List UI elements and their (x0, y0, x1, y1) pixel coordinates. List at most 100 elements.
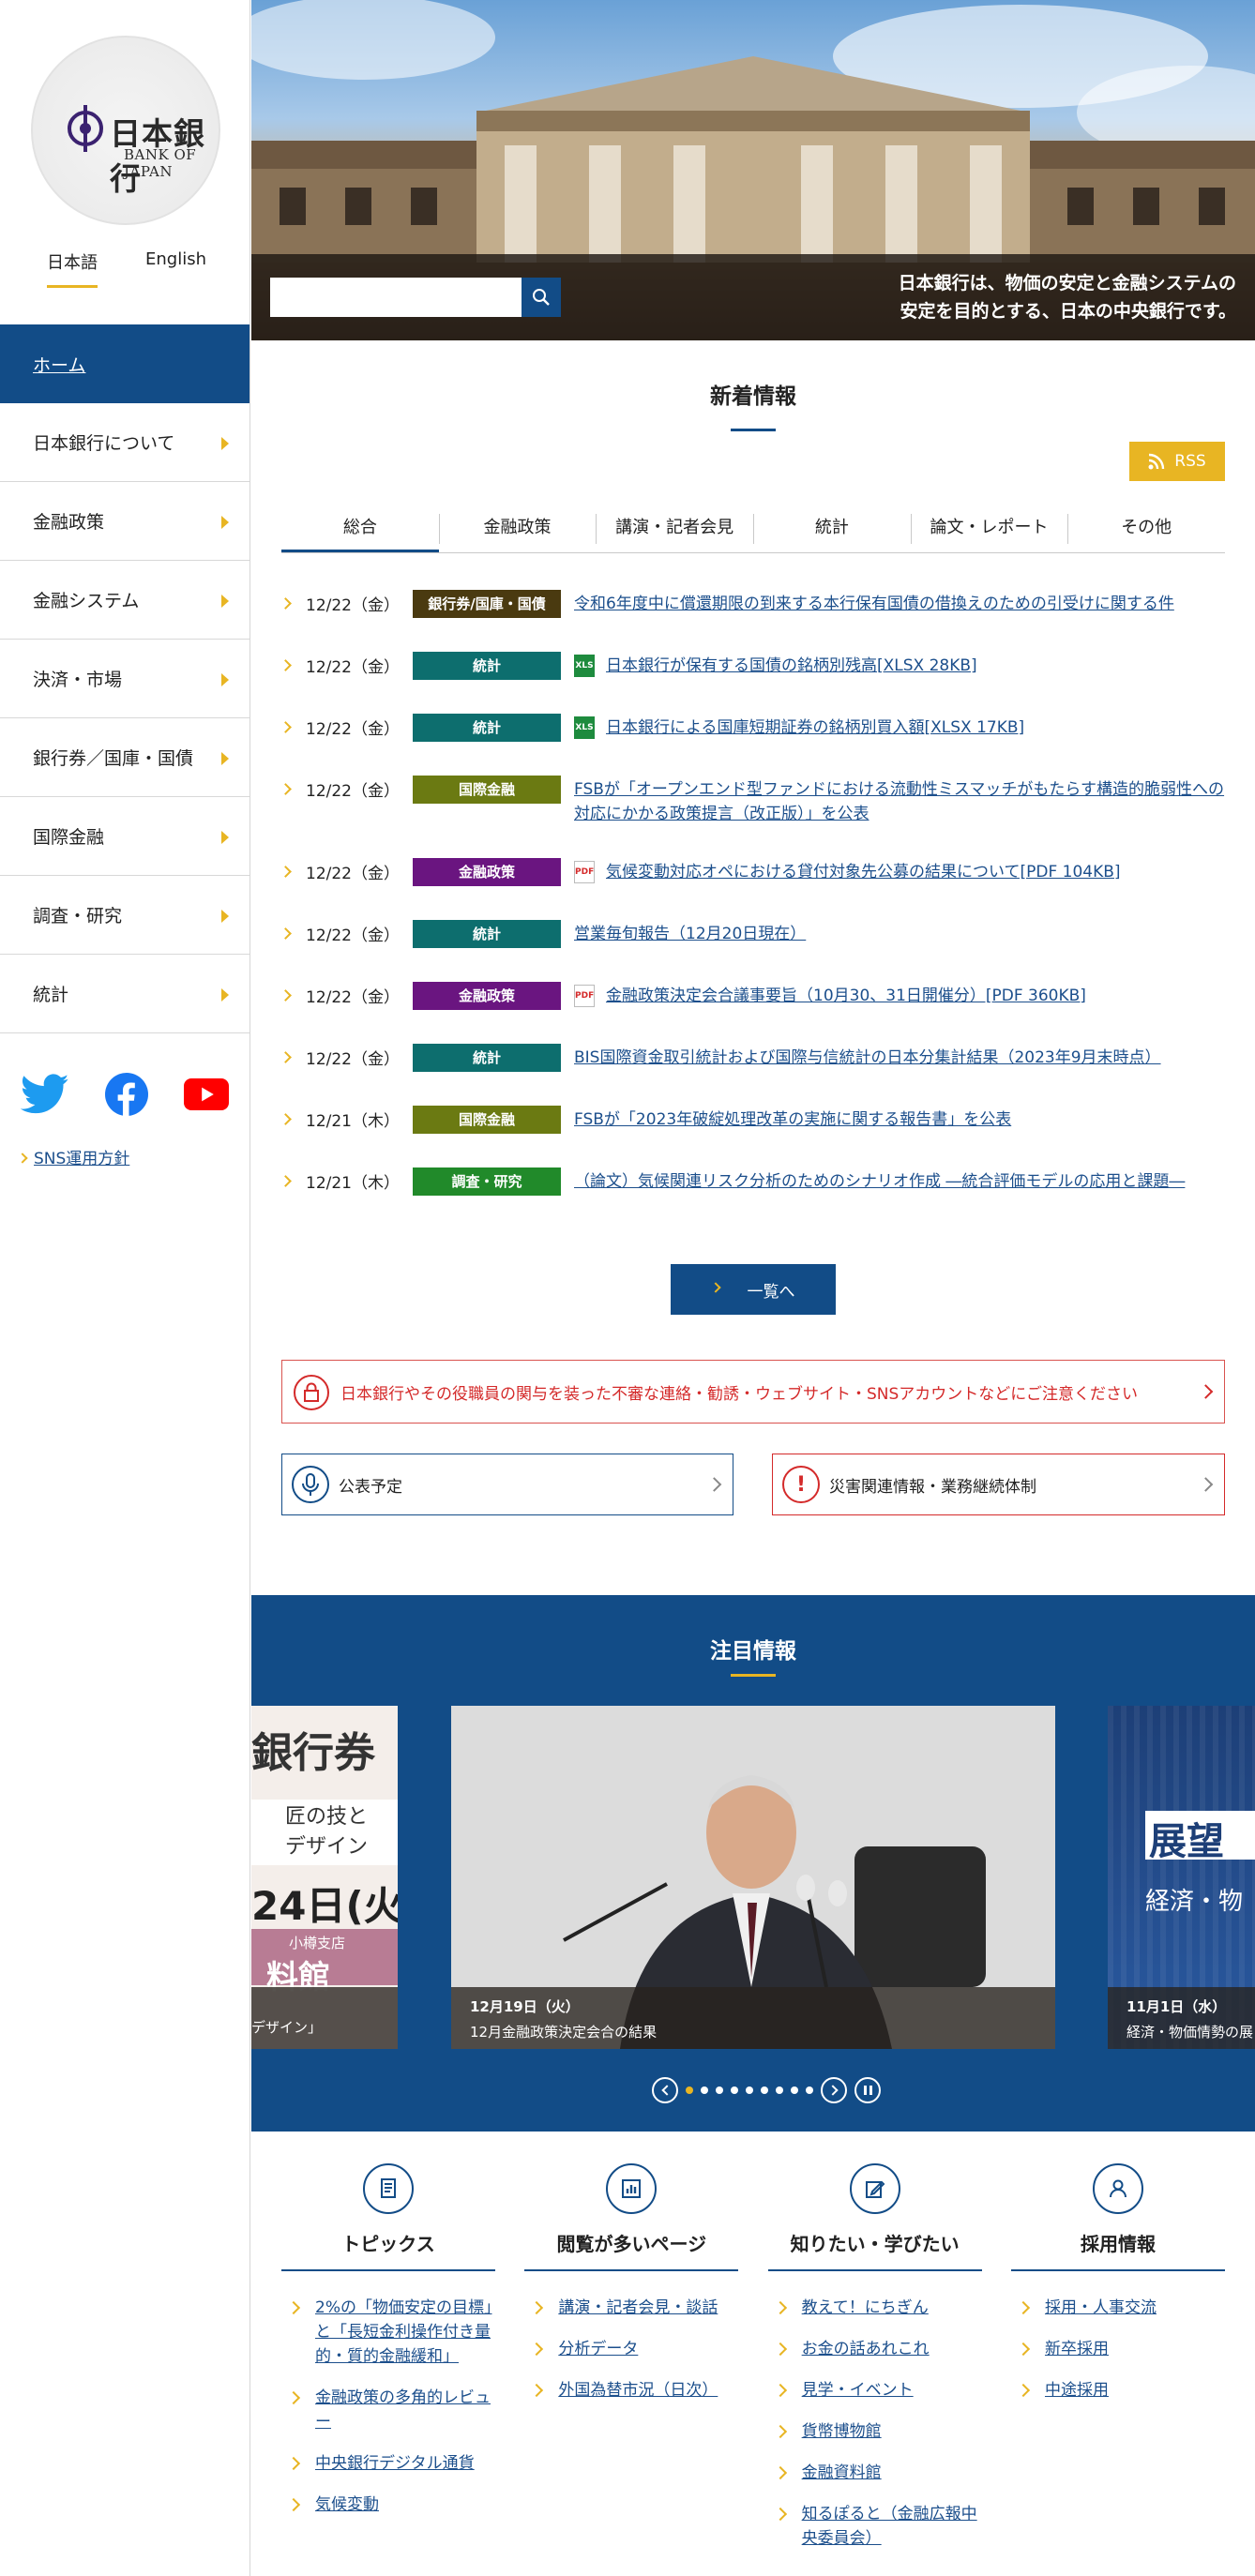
link-column-item[interactable]: 中央銀行デジタル通貨 (281, 2451, 495, 2476)
carousel-dot[interactable] (701, 2086, 708, 2094)
slide-date-text: 24日(火) (251, 1883, 398, 1929)
news-category-tag: 国際金融 (413, 1106, 561, 1134)
fraud-warning-banner[interactable]: 日本銀行やその役職員の関与を装った不審な連絡・勧誘・ウェブサイト・SNSアカウン… (281, 1360, 1225, 1424)
news-category-tag: 金融政策 (413, 982, 561, 1010)
link-column-item[interactable]: 金融政策の多角的レビュー (281, 2386, 495, 2434)
nav-label: 金融システム (33, 591, 140, 611)
news-date: 12/22（金） (306, 658, 400, 677)
exclamation-icon: ! (782, 1466, 820, 1503)
carousel-pause-button[interactable] (854, 2077, 881, 2103)
link-column-item[interactable]: 講演・記者会見・談話 (524, 2296, 738, 2320)
tab-papers[interactable]: 論文・レポート (910, 506, 1068, 552)
link-column-item[interactable]: 分析データ (524, 2337, 738, 2361)
chevron-right-icon (280, 927, 292, 940)
carousel-slide-banknote[interactable]: 銀行券 匠の技と デザイン 24日(火) 小樽支店 料館 デザイン」 (251, 1706, 398, 2049)
search-button[interactable] (522, 278, 561, 317)
news-link[interactable]: 営業毎旬報告（12月20日現在） (574, 922, 1225, 946)
link-column-header: 採用情報 (1010, 2163, 1225, 2271)
nav-item-international[interactable]: 国際金融 (0, 797, 249, 876)
search-input[interactable] (270, 278, 522, 317)
tab-speeches[interactable]: 講演・記者会見 (596, 506, 753, 552)
news-link[interactable]: FSBが「オープンエンド型ファンドにおける流動性ミスマッチがもたらす構造的脆弱性… (574, 777, 1225, 826)
news-link[interactable]: 金融政策決定会合議事要旨（10月30、31日開催分）[PDF 360KB] (606, 984, 1225, 1008)
nav-item-home[interactable]: ホーム (0, 324, 249, 403)
link-column-item[interactable]: 新卒採用 (1011, 2337, 1225, 2361)
news-link[interactable]: 日本銀行による国庫短期証券の銘柄別買入額[XLSX 17KB] (606, 716, 1225, 740)
link-column: 閲覧が多いページ講演・記者会見・談話 分析データ外国為替市況（日次） (524, 2163, 739, 2568)
news-link[interactable]: 令和6年度中に償還期限の到来する本行保有国債の借換えのための引受けに関する件 (574, 592, 1225, 616)
link-column-title[interactable]: トピックス (281, 2229, 495, 2271)
document-icon (363, 2163, 414, 2214)
link-column-title[interactable]: 知りたい・学びたい (767, 2229, 982, 2271)
news-link[interactable]: 気候変動対応オペにおける貸付対象先公募の結果について[PDF 104KB] (606, 860, 1225, 884)
chevron-right-icon (17, 1152, 28, 1164)
nav-item-statistics[interactable]: 統計 (0, 955, 249, 1033)
nav-item-about[interactable]: 日本銀行について (0, 403, 249, 482)
disaster-info-link[interactable]: ! 災害関連情報・業務継続体制 (772, 1454, 1225, 1515)
news-category-tag: 統計 (413, 1044, 561, 1072)
tab-monetary-policy[interactable]: 金融政策 (438, 506, 597, 552)
carousel-dot[interactable] (731, 2086, 738, 2094)
news-link[interactable]: BIS国際資金取引統計および国際与信統計の日本分集計結果（2023年9月末時点） (574, 1046, 1225, 1070)
link-column-item[interactable]: 金融資料館 (768, 2461, 982, 2485)
twitter-icon[interactable] (21, 1074, 69, 1115)
link-column-item[interactable]: 教えて！にちぎん (768, 2296, 982, 2320)
lang-japanese[interactable]: 日本語 (47, 249, 98, 288)
nav-label: 決済・市場 (33, 670, 123, 690)
carousel-next-button[interactable] (821, 2077, 847, 2103)
youtube-icon[interactable] (184, 1077, 229, 1111)
caret-right-icon (221, 516, 229, 529)
link-column-header: 知りたい・学びたい (767, 2163, 982, 2271)
carousel-dot[interactable] (746, 2086, 753, 2094)
link-column-item[interactable]: 知るぽると（金融広報中央委員会） (768, 2502, 982, 2551)
title-underline (731, 429, 776, 431)
link-column-item[interactable]: 中途採用 (1011, 2378, 1225, 2403)
carousel-dot[interactable] (776, 2086, 783, 2094)
tab-all[interactable]: 総合 (281, 506, 439, 552)
link-column-item[interactable]: 2%の「物価安定の目標」と「長短金利操作付き量的・質的金融緩和」 (281, 2296, 495, 2369)
tab-other[interactable]: その他 (1067, 506, 1225, 552)
carousel-dot[interactable] (791, 2086, 798, 2094)
link-column-item[interactable]: 気候変動 (281, 2493, 495, 2517)
logo-mark-icon (68, 105, 103, 152)
chevron-right-icon (280, 659, 292, 671)
carousel-dot[interactable] (806, 2086, 813, 2094)
sns-policy-link[interactable]: SNS運用方針 (17, 1145, 129, 1168)
news-category-tag: 統計 (413, 652, 561, 680)
nav-label: 銀行券／国庫・国債 (33, 748, 194, 769)
link-column-item[interactable]: 採用・人事交流 (1011, 2296, 1225, 2320)
hero-search-bar: 日本銀行は、物価の安定と金融システムの 安定を目的とする、日本の中央銀行です。 (251, 254, 1255, 340)
nav-item-monetary-policy[interactable]: 金融政策 (0, 482, 249, 561)
tagline-line-2: 安定を目的とする、日本の中央銀行です。 (900, 301, 1236, 322)
carousel-dot[interactable] (716, 2086, 723, 2094)
carousel-slide-outlook[interactable]: 展望 経済・物 11月1日（水） 経済・物価情勢の展 (1108, 1706, 1255, 2049)
rss-label: RSS (1174, 452, 1206, 471)
tab-statistics[interactable]: 統計 (753, 506, 911, 552)
link-column-header: トピックス (281, 2163, 495, 2271)
news-link[interactable]: 日本銀行が保有する国債の銘柄別残高[XLSX 28KB] (606, 654, 1225, 678)
carousel-dot[interactable] (761, 2086, 768, 2094)
nav-item-research[interactable]: 調査・研究 (0, 876, 249, 955)
nav-item-payment-markets[interactable]: 決済・市場 (0, 640, 249, 718)
link-column-item[interactable]: 外国為替市況（日次） (524, 2378, 738, 2403)
link-column-title[interactable]: 採用情報 (1010, 2229, 1225, 2271)
carousel-dot[interactable] (686, 2086, 693, 2094)
rss-button[interactable]: RSS (1129, 442, 1225, 481)
link-column-item[interactable]: 貨幣博物館 (768, 2419, 982, 2444)
carousel-prev-button[interactable] (652, 2077, 678, 2103)
link-column-item[interactable]: お金の話あれこれ (768, 2337, 982, 2361)
logo[interactable]: 日本銀行 BANK OF JAPAN (31, 36, 220, 225)
release-schedule-link[interactable]: 公表予定 (281, 1454, 733, 1515)
news-link[interactable]: （論文）気候関連リスク分析のためのシナリオ作成 ―統合評価モデルの応用と課題― (574, 1169, 1225, 1194)
carousel-slide-mpm-result[interactable]: 12月19日（火） 12月金融政策決定会合の結果 (451, 1706, 1055, 2049)
lock-icon (294, 1375, 329, 1410)
lang-english[interactable]: English (145, 249, 206, 288)
view-all-button[interactable]: 一覧へ (671, 1264, 836, 1315)
link-column-item[interactable]: 見学・イベント (768, 2378, 982, 2403)
news-title: 新着情報 (710, 384, 796, 409)
facebook-icon[interactable] (105, 1073, 148, 1116)
nav-item-banknotes-treasury[interactable]: 銀行券／国庫・国債 (0, 718, 249, 797)
link-column-title[interactable]: 閲覧が多いページ (524, 2229, 739, 2271)
news-link[interactable]: FSBが「2023年破綻処理改革の実施に関する報告書」を公表 (574, 1107, 1225, 1132)
nav-item-financial-system[interactable]: 金融システム (0, 561, 249, 640)
